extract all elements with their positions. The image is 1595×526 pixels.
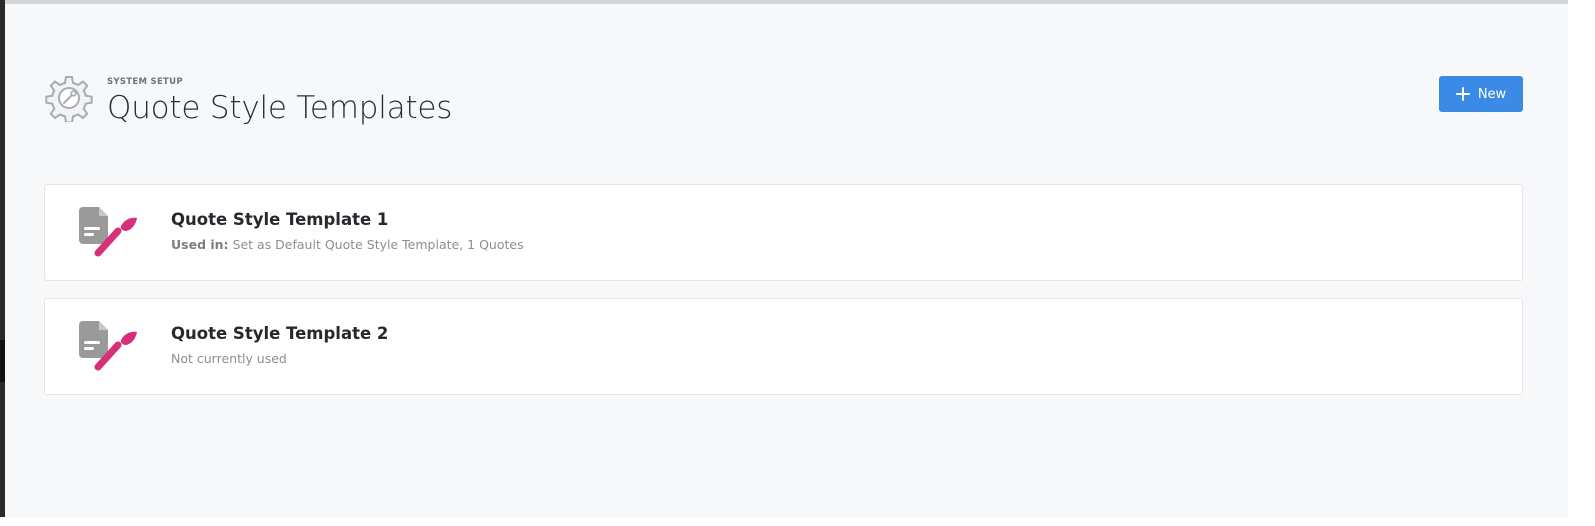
app-frame: SYSTEM SETUP Quote Style Templates New Q… [5, 0, 1568, 517]
top-strip [5, 0, 1568, 4]
left-edge-mark [0, 340, 5, 382]
gear-wrench-icon [45, 76, 93, 122]
template-card-1[interactable]: Quote Style Template 1 Used in: Set as D… [44, 184, 1523, 281]
usage-text: Not currently used [171, 351, 287, 366]
template-list: Quote Style Template 1 Used in: Set as D… [44, 184, 1523, 412]
plus-icon [1455, 87, 1470, 101]
document-paintbrush-icon [79, 207, 137, 257]
usage-text: Set as Default Quote Style Template, 1 Q… [228, 237, 524, 252]
bottom-strip [0, 517, 1595, 526]
new-button[interactable]: New [1439, 76, 1523, 112]
template-usage: Not currently used [171, 351, 287, 366]
breadcrumb: SYSTEM SETUP [107, 77, 183, 87]
template-usage: Used in: Set as Default Quote Style Temp… [171, 237, 524, 252]
new-button-label: New [1477, 86, 1507, 102]
template-name[interactable]: Quote Style Template 1 [171, 210, 388, 229]
template-card-2[interactable]: Quote Style Template 2 Not currently use… [44, 298, 1523, 395]
usage-label: Used in: [171, 237, 229, 252]
right-gutter [1568, 0, 1595, 526]
template-name[interactable]: Quote Style Template 2 [171, 324, 388, 343]
document-paintbrush-icon [79, 321, 137, 371]
page-header: SYSTEM SETUP Quote Style Templates [45, 74, 452, 134]
page-title: Quote Style Templates [107, 90, 453, 126]
